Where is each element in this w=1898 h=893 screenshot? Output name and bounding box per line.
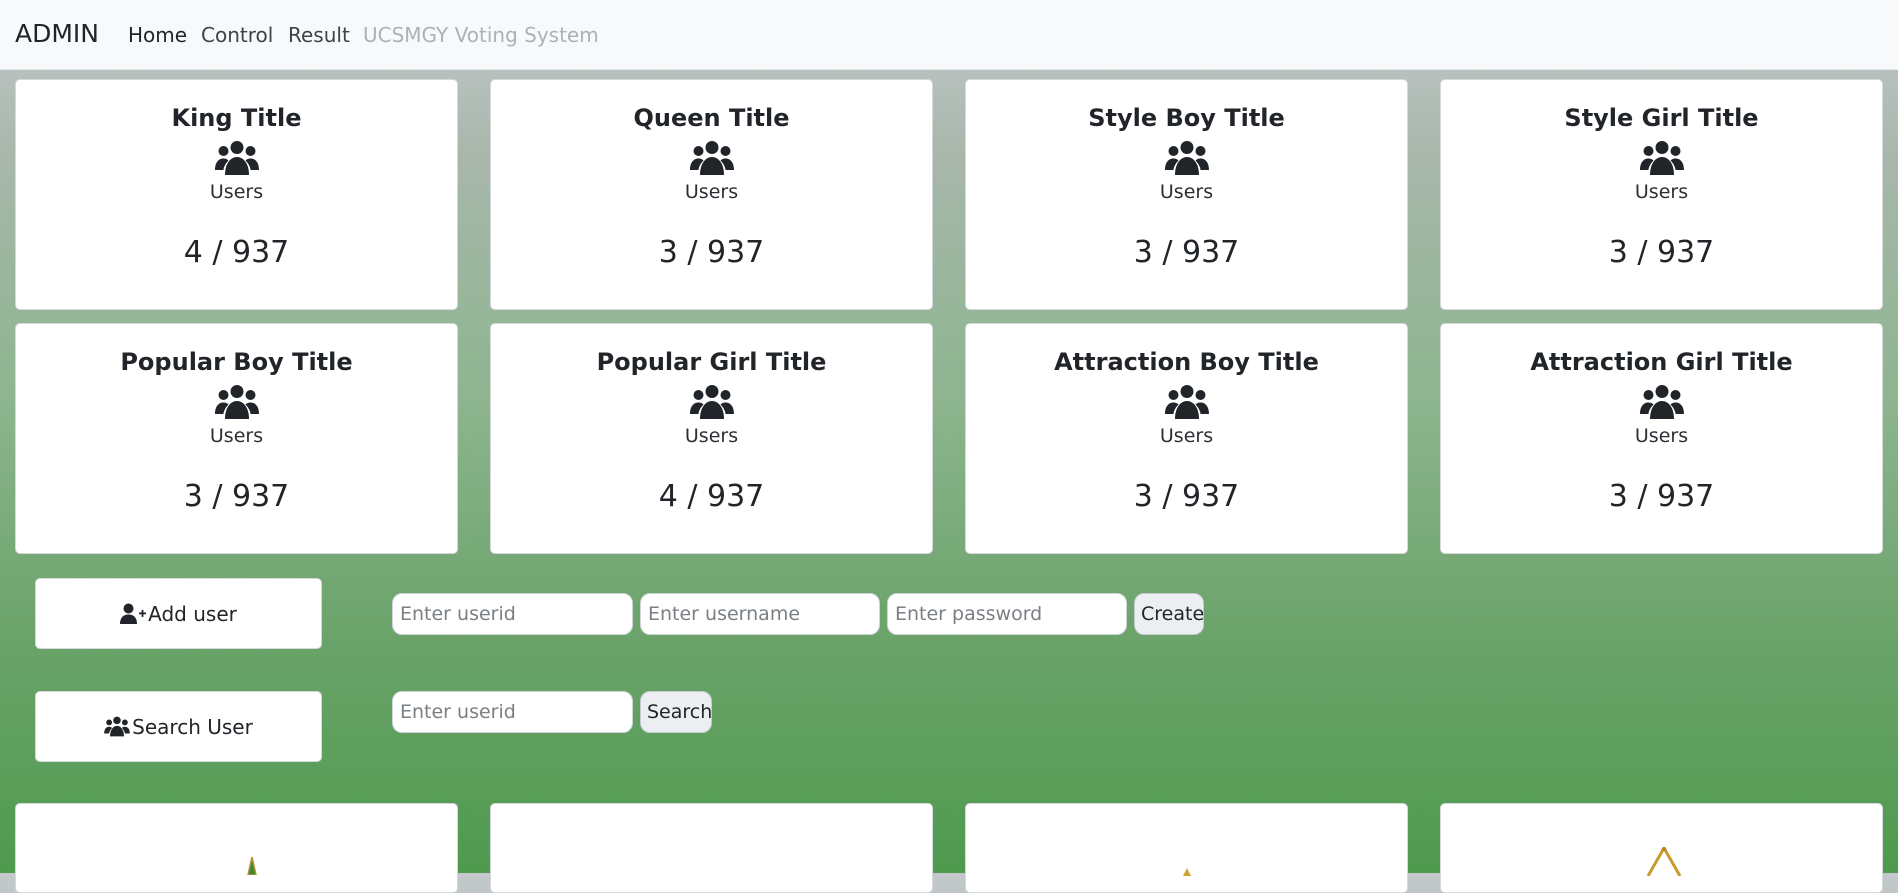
users-icon bbox=[1164, 385, 1209, 419]
card-title: Popular Boy Title bbox=[120, 348, 353, 376]
vote-count: 4 / 937 bbox=[183, 235, 290, 270]
candidate-card bbox=[490, 803, 933, 893]
candidate-card bbox=[15, 803, 458, 893]
card-title: Popular Girl Title bbox=[596, 348, 827, 376]
users-icon bbox=[1639, 141, 1684, 175]
nav-control[interactable]: Control bbox=[201, 23, 273, 47]
vote-count: 3 / 937 bbox=[1608, 479, 1715, 514]
candidate-card bbox=[1440, 803, 1883, 893]
card-title: King Title bbox=[171, 104, 302, 132]
users-label: Users bbox=[209, 181, 264, 203]
nav-system-name: UCSMGY Voting System bbox=[363, 23, 599, 47]
vote-count: 3 / 937 bbox=[1608, 235, 1715, 270]
add-user-button[interactable]: Add user bbox=[35, 578, 322, 649]
create-button[interactable]: Create bbox=[1134, 593, 1204, 635]
title-card-king: King Title Users 4 / 937 bbox=[15, 79, 458, 310]
search-user-label: Search User bbox=[132, 714, 253, 739]
users-icon bbox=[689, 385, 734, 419]
users-icon bbox=[214, 385, 259, 419]
create-userid-input[interactable] bbox=[392, 593, 633, 635]
navbar: ADMIN Home Control Result UCSMGY Voting … bbox=[0, 0, 1898, 70]
crown-image bbox=[1646, 846, 1682, 876]
search-user-button[interactable]: Search User bbox=[35, 691, 322, 762]
card-title: Style Girl Title bbox=[1564, 104, 1759, 132]
card-title: Queen Title bbox=[633, 104, 790, 132]
users-label: Users bbox=[1634, 181, 1689, 203]
create-username-input[interactable] bbox=[640, 593, 880, 635]
candidate-card bbox=[965, 803, 1408, 893]
users-label: Users bbox=[209, 425, 264, 447]
vote-count: 3 / 937 bbox=[1133, 479, 1240, 514]
title-card-attraction-girl: Attraction Girl Title Users 3 / 937 bbox=[1440, 323, 1883, 554]
add-user-label: Add user bbox=[148, 601, 237, 626]
search-userid-input[interactable] bbox=[392, 691, 633, 733]
user-plus-icon bbox=[120, 603, 147, 624]
title-card-attraction-boy: Attraction Boy Title Users 3 / 937 bbox=[965, 323, 1408, 554]
users-icon bbox=[104, 716, 131, 737]
crown-image bbox=[247, 856, 257, 875]
card-title: Attraction Girl Title bbox=[1530, 348, 1793, 376]
vote-count: 4 / 937 bbox=[658, 479, 765, 514]
users-icon bbox=[1639, 385, 1684, 419]
create-password-input[interactable] bbox=[887, 593, 1127, 635]
users-label: Users bbox=[1159, 425, 1214, 447]
crown-image bbox=[1183, 868, 1191, 876]
search-button[interactable]: Search bbox=[640, 691, 712, 733]
users-icon bbox=[214, 141, 259, 175]
card-title: Style Boy Title bbox=[1088, 104, 1285, 132]
users-label: Users bbox=[684, 425, 739, 447]
vote-count: 3 / 937 bbox=[1133, 235, 1240, 270]
users-icon bbox=[689, 141, 734, 175]
users-label: Users bbox=[684, 181, 739, 203]
title-card-queen: Queen Title Users 3 / 937 bbox=[490, 79, 933, 310]
title-card-popular-boy: Popular Boy Title Users 3 / 937 bbox=[15, 323, 458, 554]
users-label: Users bbox=[1159, 181, 1214, 203]
navbar-brand[interactable]: ADMIN bbox=[15, 19, 99, 48]
users-icon bbox=[1164, 141, 1209, 175]
nav-result[interactable]: Result bbox=[288, 23, 350, 47]
users-label: Users bbox=[1634, 425, 1689, 447]
title-card-style-boy: Style Boy Title Users 3 / 937 bbox=[965, 79, 1408, 310]
title-card-popular-girl: Popular Girl Title Users 4 / 937 bbox=[490, 323, 933, 554]
vote-count: 3 / 937 bbox=[183, 479, 290, 514]
title-card-style-girl: Style Girl Title Users 3 / 937 bbox=[1440, 79, 1883, 310]
nav-home[interactable]: Home bbox=[128, 23, 187, 47]
vote-count: 3 / 937 bbox=[658, 235, 765, 270]
card-title: Attraction Boy Title bbox=[1054, 348, 1319, 376]
